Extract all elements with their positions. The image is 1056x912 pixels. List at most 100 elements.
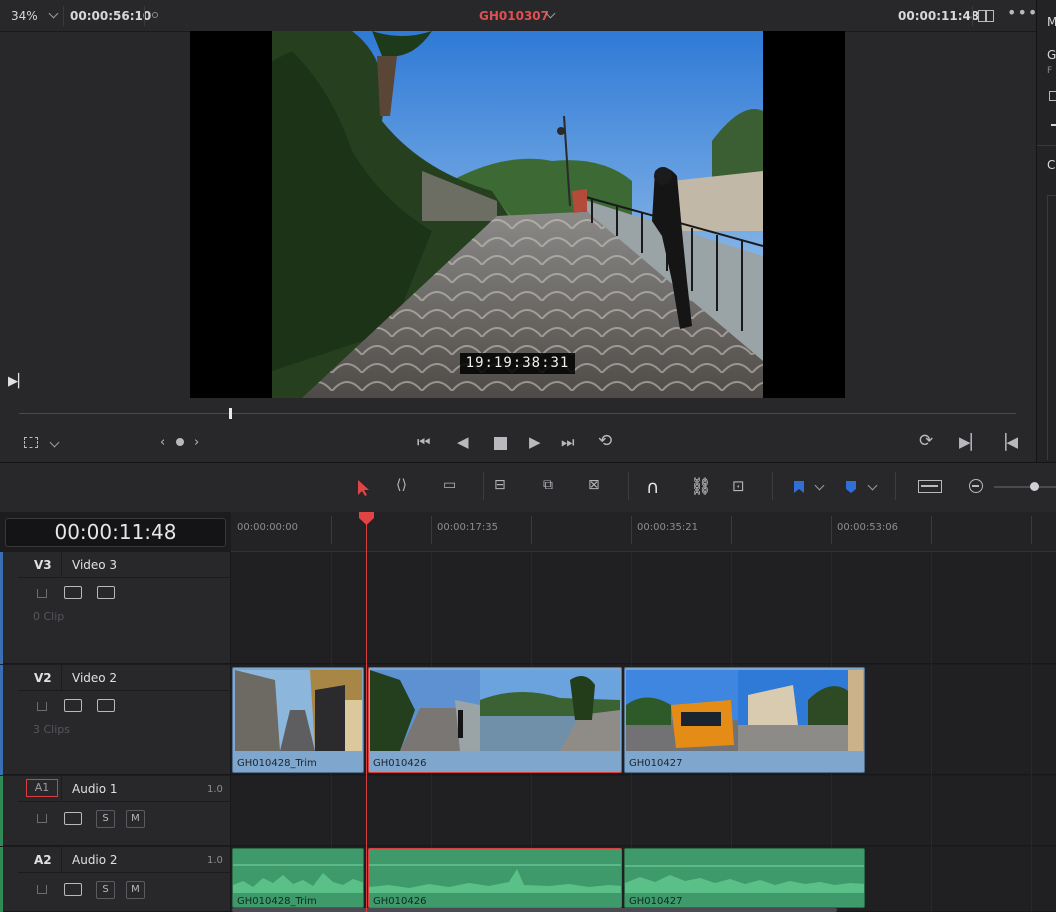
mute-button[interactable]: M bbox=[126, 881, 145, 899]
divider bbox=[61, 776, 62, 802]
audio-waveform bbox=[233, 864, 363, 893]
track-area-v3[interactable] bbox=[231, 552, 1056, 664]
clip-thumbnail bbox=[370, 670, 480, 751]
clip-name[interactable]: GH010307 bbox=[479, 9, 549, 23]
transform-icon[interactable] bbox=[24, 437, 38, 448]
scrubber-track[interactable] bbox=[19, 413, 1016, 414]
track-name[interactable]: Audio 1 bbox=[72, 782, 118, 796]
timeline-scrollbar[interactable] bbox=[232, 908, 837, 912]
zoom-chevron-down-icon[interactable] bbox=[48, 8, 59, 19]
divider bbox=[63, 6, 64, 26]
burnin-timecode: 19:19:38:31 bbox=[460, 353, 575, 374]
marker-icon[interactable] bbox=[845, 480, 857, 494]
video-clip[interactable]: GH010428_Trim bbox=[232, 667, 364, 773]
more-options-icon[interactable]: ••• bbox=[1007, 3, 1038, 22]
video-clip-selected[interactable]: GH010426 bbox=[368, 667, 622, 773]
previous-edit-icon[interactable]: ‹ bbox=[160, 435, 165, 450]
track-color-bar bbox=[0, 776, 3, 846]
zoom-slider-track[interactable] bbox=[994, 486, 1056, 488]
lock-icon[interactable] bbox=[37, 702, 47, 711]
auto-track-select-icon[interactable] bbox=[64, 699, 82, 712]
flag-icon[interactable] bbox=[793, 480, 805, 494]
auto-track-select-icon[interactable] bbox=[64, 586, 82, 599]
audio-clip[interactable]: GH010428_Trim bbox=[232, 848, 364, 908]
timeline-playhead-handle[interactable] bbox=[358, 512, 375, 526]
divider bbox=[61, 665, 62, 691]
auto-track-select-icon[interactable] bbox=[64, 812, 82, 825]
timeline-toolbar bbox=[0, 462, 1056, 512]
dual-viewer-icon[interactable] bbox=[978, 10, 994, 22]
video-track-toggle-icon[interactable] bbox=[97, 586, 115, 599]
track-name[interactable]: Audio 2 bbox=[72, 853, 118, 867]
reverse-play-icon[interactable]: ◀ bbox=[457, 433, 469, 451]
audio-clip[interactable]: GH010427 bbox=[624, 848, 865, 908]
clip-count: 3 Clips bbox=[33, 723, 71, 736]
track-name[interactable]: Video 3 bbox=[72, 558, 117, 572]
zoom-out-icon[interactable] bbox=[969, 479, 983, 493]
position-lock-icon[interactable]: ⊡ bbox=[732, 477, 745, 495]
track-header-v3[interactable]: V3 Video 3 0 Clip bbox=[0, 552, 231, 664]
divider bbox=[772, 472, 773, 500]
ruler-tick bbox=[431, 516, 432, 544]
lock-icon[interactable] bbox=[37, 589, 47, 598]
play-icon[interactable]: ▶ bbox=[529, 433, 541, 451]
solo-button[interactable]: S bbox=[96, 881, 115, 899]
panel-slider-icon[interactable] bbox=[1051, 124, 1056, 126]
linked-selection-icon[interactable]: ⛓ bbox=[690, 477, 712, 497]
mark-in-icon[interactable]: ▶▏ bbox=[959, 433, 982, 451]
track-color-bar bbox=[0, 847, 3, 912]
mark-out-icon[interactable]: ▕◀ bbox=[995, 433, 1018, 451]
divider bbox=[61, 552, 62, 578]
jog-dot-icon[interactable] bbox=[176, 438, 184, 446]
panel-icon[interactable] bbox=[1049, 91, 1056, 101]
timeline-playhead-line[interactable] bbox=[366, 520, 367, 912]
track-name[interactable]: Video 2 bbox=[72, 671, 117, 685]
track-header-a1[interactable]: A1 Audio 1 1.0 S M bbox=[0, 776, 231, 846]
lock-icon[interactable] bbox=[37, 885, 47, 894]
clip-thumbnail bbox=[480, 670, 620, 751]
track-area-a1[interactable] bbox=[231, 776, 1056, 846]
video-clip[interactable]: GH010427 bbox=[624, 667, 865, 773]
track-color-bar bbox=[0, 665, 3, 775]
source-timecode[interactable]: 00:00:56:10 bbox=[70, 9, 151, 23]
replace-clip-icon[interactable]: ⊠ bbox=[588, 477, 600, 493]
inspector-panel-edge: M G F C bbox=[1036, 0, 1056, 462]
divider bbox=[483, 472, 484, 500]
dot-icon[interactable] bbox=[152, 12, 158, 18]
loop-icon[interactable]: ⟲ bbox=[598, 431, 612, 451]
play-to-end-icon[interactable]: ▶▏ bbox=[8, 374, 28, 389]
blade-tool-icon[interactable]: ▭ bbox=[443, 477, 456, 493]
divider bbox=[895, 472, 896, 500]
zoom-level[interactable]: 34% bbox=[11, 9, 38, 23]
audio-clip-selected[interactable]: GH010426 bbox=[368, 848, 622, 908]
panel-label-c: C bbox=[1047, 158, 1056, 172]
zoom-slider-handle[interactable] bbox=[1030, 482, 1039, 491]
mute-button[interactable]: M bbox=[126, 810, 145, 828]
match-frame-icon[interactable]: ⟳ bbox=[919, 431, 933, 451]
track-header-v2[interactable]: V2 Video 2 3 Clips bbox=[0, 665, 231, 775]
solo-button[interactable]: S bbox=[96, 810, 115, 828]
auto-track-select-icon[interactable] bbox=[64, 883, 82, 896]
track-id[interactable]: A1 bbox=[26, 779, 58, 797]
ruler-label: 00:00:35:21 bbox=[637, 522, 699, 533]
lock-icon[interactable] bbox=[37, 814, 47, 823]
insert-clip-icon[interactable]: ⊟ bbox=[494, 477, 506, 493]
next-edit-icon[interactable]: › bbox=[194, 435, 199, 450]
clip-name: GH010428_Trim bbox=[237, 758, 317, 769]
go-to-start-icon[interactable]: ⏮ bbox=[417, 433, 431, 451]
panel-label-g: G bbox=[1047, 48, 1056, 62]
record-timecode[interactable]: 00:00:11:48 bbox=[898, 9, 979, 23]
timeline-view-icon[interactable] bbox=[918, 480, 942, 493]
scrubber-playhead[interactable] bbox=[229, 408, 233, 419]
video-track-toggle-icon[interactable] bbox=[97, 699, 115, 712]
viewer-top-bar: 34% 00:00:56:10 GH010307 00:00:11:48 ••• bbox=[0, 0, 1038, 32]
track-header-a2[interactable]: A2 Audio 2 1.0 S M bbox=[0, 847, 231, 912]
clip-thumbnail bbox=[738, 670, 863, 751]
stop-icon[interactable] bbox=[494, 437, 507, 450]
selection-arrow-icon[interactable] bbox=[356, 479, 370, 497]
timeline-timecode[interactable]: 00:00:11:48 bbox=[5, 518, 226, 547]
snapping-icon[interactable]: ∩ bbox=[646, 477, 659, 498]
go-to-end-icon[interactable]: ⏭ bbox=[561, 433, 575, 451]
trim-tool-icon[interactable]: ⟨⟩ bbox=[396, 477, 407, 493]
overwrite-clip-icon[interactable]: ⧉ bbox=[543, 477, 553, 493]
